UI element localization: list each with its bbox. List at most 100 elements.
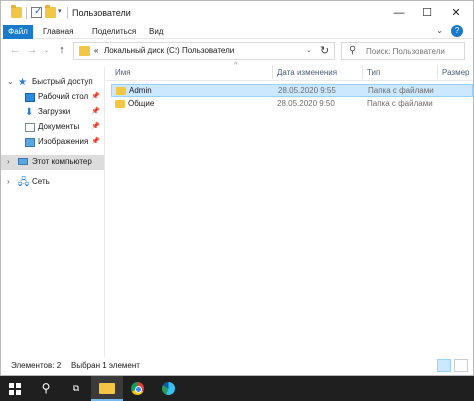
breadcrumb-drive[interactable]: Локальный диск (C:) bbox=[104, 46, 180, 55]
chevron-down-icon[interactable]: ⌄ bbox=[7, 77, 14, 86]
table-row[interactable]: Общие 28.05.2020 9:50 Папка с файлами bbox=[111, 98, 473, 111]
pin-icon: 📌 bbox=[91, 108, 100, 115]
sidebar-item-documents[interactable]: Документы 📌 bbox=[1, 120, 104, 135]
path-overflow[interactable]: « bbox=[94, 46, 98, 55]
forward-button[interactable]: → bbox=[26, 44, 38, 56]
sidebar-item-this-pc[interactable]: › Этот компьютер bbox=[1, 155, 104, 170]
large-icons-view-button[interactable] bbox=[454, 359, 468, 372]
chevron-right-icon[interactable]: › bbox=[7, 157, 10, 166]
breadcrumb-separator[interactable]: › bbox=[175, 46, 177, 53]
address-dropdown-icon[interactable]: ⌄ bbox=[306, 46, 312, 54]
star-icon: ★ bbox=[18, 77, 27, 88]
sidebar-item-label: Рабочий стол bbox=[38, 92, 89, 101]
column-size[interactable]: Размер bbox=[442, 68, 470, 77]
sidebar-item-network[interactable]: › 🖧 Сеть bbox=[1, 175, 104, 190]
file-name: Общие bbox=[128, 99, 155, 108]
search-input[interactable]: ⚲ Поиск: Пользователи bbox=[341, 42, 465, 60]
new-folder-icon[interactable] bbox=[45, 5, 56, 18]
item-count: Элементов: 2 bbox=[11, 361, 62, 370]
table-row[interactable]: Admin 28.05.2020 9:55 Папка с файлами bbox=[111, 84, 473, 97]
expand-ribbon-icon[interactable]: ⌄ bbox=[436, 26, 443, 35]
file-date: 28.05.2020 9:55 bbox=[278, 86, 336, 95]
properties-icon[interactable]: ✓ bbox=[31, 6, 42, 18]
edge-taskbar-icon[interactable] bbox=[153, 376, 185, 401]
chevron-right-icon[interactable]: › bbox=[7, 177, 10, 186]
network-icon: 🖧 bbox=[18, 177, 30, 188]
address-bar[interactable]: « Локальный диск (C:) › Пользователи ⌄ ↻ bbox=[73, 42, 335, 60]
sidebar-item-label: Этот компьютер bbox=[32, 157, 92, 166]
sidebar-item-quick-access[interactable]: ⌄ ★ Быстрый доступ bbox=[1, 75, 104, 90]
details-view-button[interactable] bbox=[437, 359, 451, 372]
minimize-button[interactable]: — bbox=[385, 1, 413, 25]
file-date: 28.05.2020 9:50 bbox=[277, 99, 335, 108]
file-name: Admin bbox=[129, 86, 152, 95]
recent-locations-icon[interactable]: ⌄ bbox=[44, 47, 49, 54]
task-view-icon[interactable]: ⧉ bbox=[60, 376, 92, 401]
back-button[interactable]: ← bbox=[9, 44, 21, 56]
help-icon[interactable]: ? bbox=[451, 25, 463, 37]
folder-icon bbox=[115, 100, 125, 108]
folder-icon bbox=[99, 383, 115, 394]
chrome-taskbar-icon[interactable] bbox=[122, 376, 154, 401]
pictures-icon bbox=[25, 138, 35, 147]
tab-view[interactable]: Вид bbox=[149, 25, 163, 39]
divider bbox=[26, 7, 27, 19]
folder-icon bbox=[79, 46, 90, 56]
desktop-icon bbox=[25, 93, 35, 102]
ribbon-tabs: Файл Главная Поделиться Вид ⌄ ? bbox=[1, 25, 473, 39]
sidebar-item-label: Сеть bbox=[32, 177, 50, 186]
selection-count: Выбран 1 элемент bbox=[71, 361, 140, 370]
pin-icon: 📌 bbox=[91, 123, 100, 130]
divider bbox=[67, 7, 68, 19]
customize-quick-access-icon[interactable]: ▾ bbox=[58, 7, 62, 15]
tab-file[interactable]: Файл bbox=[3, 25, 33, 39]
close-button[interactable]: ✕ bbox=[442, 1, 470, 25]
column-date[interactable]: Дата изменения bbox=[277, 68, 337, 77]
start-button[interactable] bbox=[0, 376, 32, 401]
windows-icon bbox=[9, 383, 21, 395]
column-type[interactable]: Тип bbox=[367, 68, 380, 77]
window-title: Пользователи bbox=[72, 8, 131, 18]
downloads-icon: ⬇ bbox=[25, 107, 34, 118]
column-header: ^ Имя Дата изменения Тип Размер bbox=[106, 62, 473, 81]
edge-icon bbox=[162, 382, 175, 395]
explorer-window: ✓ ▾ Пользователи — ☐ ✕ Файл Главная Поде… bbox=[0, 0, 474, 376]
file-type: Папка с файлами bbox=[368, 86, 434, 95]
column-name[interactable]: Имя bbox=[115, 68, 131, 77]
maximize-button[interactable]: ☐ bbox=[413, 1, 441, 25]
taskbar: ⚲ ⧉ bbox=[0, 376, 474, 401]
status-bar: Элементов: 2 Выбран 1 элемент bbox=[1, 357, 473, 375]
sort-arrow-icon: ^ bbox=[234, 62, 238, 69]
sidebar-item-downloads[interactable]: ⬇ Загрузки 📌 bbox=[1, 105, 104, 120]
search-icon: ⚲ bbox=[349, 45, 357, 56]
up-button[interactable]: ↑ bbox=[56, 44, 68, 56]
refresh-icon[interactable]: ↻ bbox=[320, 44, 329, 57]
search-icon[interactable]: ⚲ bbox=[30, 376, 62, 401]
tab-share[interactable]: Поделиться bbox=[92, 25, 136, 39]
column-divider[interactable] bbox=[362, 65, 363, 79]
navigation-pane: ⌄ ★ Быстрый доступ Рабочий стол 📌 ⬇ Загр… bbox=[1, 67, 105, 357]
sidebar-item-label: Изображения bbox=[38, 137, 89, 146]
column-divider[interactable] bbox=[272, 65, 273, 79]
breadcrumb-users[interactable]: Пользователи bbox=[182, 46, 234, 55]
pin-icon: 📌 bbox=[91, 138, 100, 145]
sidebar-item-label: Быстрый доступ bbox=[32, 77, 93, 86]
sidebar-item-desktop[interactable]: Рабочий стол 📌 bbox=[1, 90, 104, 105]
column-divider[interactable] bbox=[437, 65, 438, 79]
tab-home[interactable]: Главная bbox=[43, 25, 73, 39]
documents-icon bbox=[25, 123, 35, 132]
file-type: Папка с файлами bbox=[367, 99, 433, 108]
sidebar-item-label: Документы bbox=[38, 122, 80, 131]
pin-icon: 📌 bbox=[91, 93, 100, 100]
chrome-icon bbox=[131, 382, 144, 395]
sidebar-item-pictures[interactable]: Изображения 📌 bbox=[1, 135, 104, 150]
folder-icon bbox=[11, 5, 22, 18]
folder-icon bbox=[116, 87, 126, 95]
sidebar-item-label: Загрузки bbox=[38, 107, 71, 116]
title-bar[interactable]: ✓ ▾ Пользователи — ☐ ✕ bbox=[1, 1, 473, 25]
file-explorer-taskbar-icon[interactable] bbox=[91, 376, 123, 401]
search-placeholder: Поиск: Пользователи bbox=[366, 47, 445, 56]
navigation-bar: ← → ⌄ ↑ « Локальный диск (C:) › Пользова… bbox=[1, 39, 473, 63]
file-list: ^ Имя Дата изменения Тип Размер Admin 28… bbox=[106, 62, 473, 357]
computer-icon bbox=[18, 158, 28, 165]
